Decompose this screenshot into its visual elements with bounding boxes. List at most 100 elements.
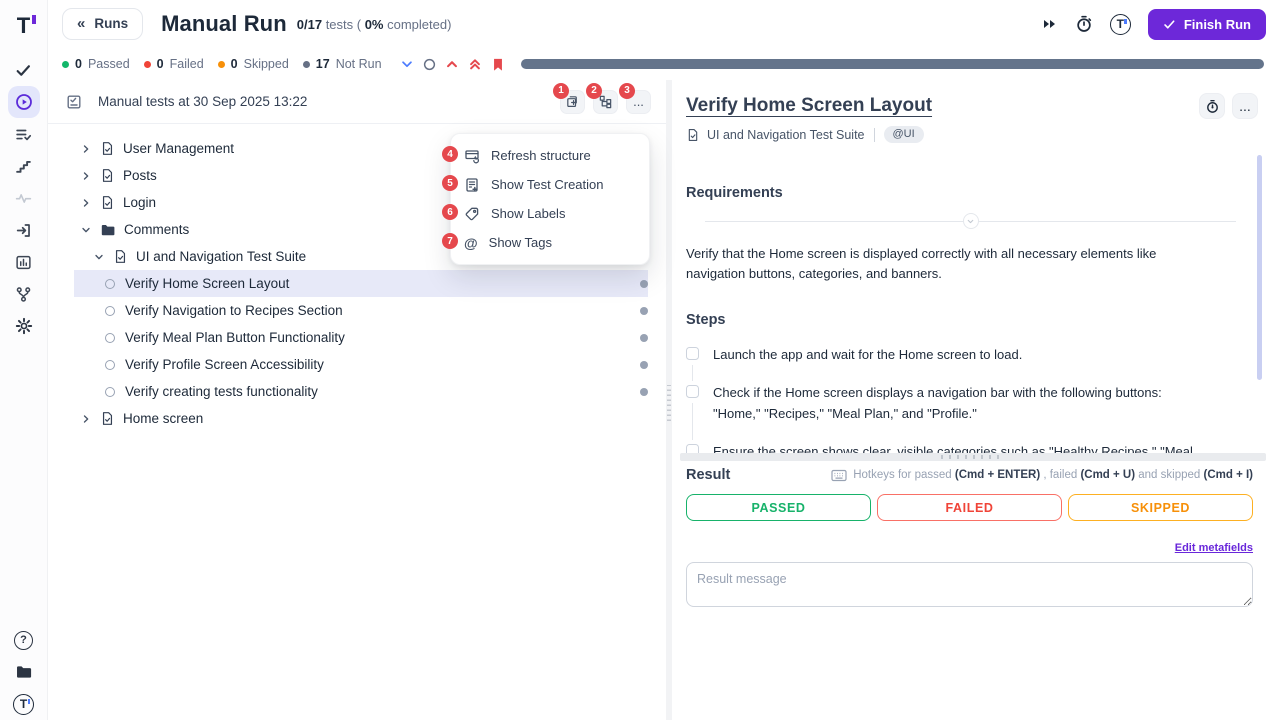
- brand-logo-icon[interactable]: T: [1110, 14, 1131, 35]
- passed-button[interactable]: PASSED: [686, 494, 871, 521]
- menu-item-label: Refresh structure: [491, 148, 591, 163]
- tree-structure-button[interactable]: 2: [593, 90, 618, 114]
- sidebar-item-runs[interactable]: [8, 86, 40, 118]
- back-to-runs-button[interactable]: « Runs: [62, 8, 143, 40]
- back-to-runs-label: Runs: [94, 16, 128, 31]
- finish-run-button[interactable]: Finish Run: [1148, 9, 1266, 40]
- sidebar-item-branches[interactable]: [8, 278, 40, 310]
- menu-item-show-labels[interactable]: 6 Show Labels: [451, 199, 649, 228]
- section-divider: [705, 221, 1236, 222]
- splitter-grip-icon: [667, 385, 671, 421]
- skipped-button[interactable]: SKIPPED: [1068, 494, 1253, 521]
- result-message-input[interactable]: [686, 562, 1253, 607]
- stat-skipped: 0Skipped: [218, 57, 289, 71]
- menu-item-refresh-structure[interactable]: 4 Refresh structure: [451, 141, 649, 170]
- tour-badge-1: 1: [553, 83, 569, 99]
- chevron-right-icon[interactable]: [80, 197, 92, 209]
- step-checkbox[interactable]: [686, 347, 699, 360]
- fast-forward-icon[interactable]: [1041, 16, 1058, 32]
- tree-test-verify-navigation-recipes[interactable]: Verify Navigation to Recipes Section: [74, 297, 648, 324]
- chevron-down-icon[interactable]: [93, 251, 105, 263]
- tag-badge[interactable]: @UI: [884, 126, 924, 143]
- requirements-text: Verify that the Home screen is displayed…: [686, 244, 1201, 284]
- not-run-dot-icon: [303, 61, 310, 68]
- menu-item-show-test-creation[interactable]: 5 Show Test Creation: [451, 170, 649, 199]
- test-status-circle-icon: [105, 306, 115, 316]
- test-result-dot-icon[interactable]: [640, 280, 648, 288]
- bookmark-icon[interactable]: [491, 57, 505, 72]
- tree-more-button[interactable]: 3 ...: [626, 90, 651, 114]
- sidebar-item-help[interactable]: ?: [8, 624, 40, 656]
- step-checkbox[interactable]: [686, 385, 699, 398]
- tree-suite-home-screen[interactable]: Home screen: [74, 405, 648, 432]
- tree-test-verify-profile-accessibility[interactable]: Verify Profile Screen Accessibility: [74, 351, 648, 378]
- sidebar-item-analytics[interactable]: [8, 246, 40, 278]
- divider: [874, 128, 875, 142]
- chevron-right-icon[interactable]: [80, 413, 92, 425]
- test-result-dot-icon[interactable]: [640, 307, 648, 315]
- step-checkbox[interactable]: [686, 444, 699, 453]
- failed-button[interactable]: FAILED: [877, 494, 1062, 521]
- back-chevrons-icon: «: [77, 15, 85, 32]
- run-progress-summary: 0/17 tests ( 0% completed): [297, 17, 452, 32]
- step-connector: [692, 403, 693, 440]
- stat-failed: 0Failed: [144, 57, 204, 71]
- sidebar-item-account[interactable]: T: [8, 688, 40, 720]
- splitter-grip-icon: [941, 455, 1005, 459]
- chevron-right-icon[interactable]: [80, 170, 92, 182]
- step-text: Ensure the screen shows clear, visible c…: [713, 444, 1193, 453]
- timer-button[interactable]: [1199, 93, 1225, 119]
- test-status-circle-icon: [105, 387, 115, 397]
- more-ellipsis-icon: ...: [1239, 98, 1251, 114]
- test-detail-panel: Verify Home Screen Layout ... UI and Nav…: [672, 80, 1280, 720]
- tour-badge-3: 3: [619, 83, 635, 99]
- timer-icon[interactable]: [1075, 15, 1093, 33]
- sidebar-item-test-plans[interactable]: [8, 118, 40, 150]
- run-status-bar: 0Passed 0Failed 0Skipped 17Not Run: [48, 48, 1280, 80]
- sidebar-item-settings[interactable]: [8, 310, 40, 342]
- sidebar-item-steps[interactable]: [8, 150, 40, 182]
- scrollbar-thumb[interactable]: [1257, 155, 1262, 380]
- sidebar-item-checks[interactable]: [8, 54, 40, 86]
- menu-item-label: Show Test Creation: [491, 177, 604, 192]
- tree-test-verify-home-screen-layout[interactable]: Verify Home Screen Layout: [74, 270, 648, 297]
- sidebar-item-pulse[interactable]: [8, 182, 40, 214]
- chevron-down-icon[interactable]: [80, 224, 92, 236]
- chevron-up-icon[interactable]: [445, 57, 459, 71]
- sidebar-item-import[interactable]: [8, 214, 40, 246]
- edit-metafields-link[interactable]: Edit metafields: [1175, 542, 1253, 554]
- menu-item-show-tags[interactable]: 7 @ Show Tags: [451, 228, 649, 257]
- chevron-down-icon[interactable]: [400, 57, 414, 71]
- sidebar-item-projects[interactable]: [8, 656, 40, 688]
- circle-outline-icon[interactable]: [423, 58, 436, 71]
- sidebar: T: [0, 0, 48, 720]
- chevron-right-icon[interactable]: [80, 143, 92, 155]
- test-result-dot-icon[interactable]: [640, 388, 648, 396]
- tree-title: Manual tests at 30 Sep 2025 13:22: [98, 94, 307, 109]
- test-more-button[interactable]: ...: [1232, 93, 1258, 119]
- file-check-icon: [100, 141, 115, 156]
- file-check-icon: [100, 411, 115, 426]
- stat-not-run: 17Not Run: [303, 57, 382, 71]
- tree-item-label: Posts: [123, 168, 157, 183]
- tree-test-verify-creating-tests[interactable]: Verify creating tests functionality: [74, 378, 648, 405]
- duplicate-suite-button[interactable]: 1: [560, 90, 585, 114]
- panel-splitter-horizontal[interactable]: [680, 453, 1266, 461]
- failed-dot-icon: [144, 61, 151, 68]
- chevrons-up-icon[interactable]: [468, 57, 482, 71]
- check-icon: [15, 62, 32, 79]
- tree-header: Manual tests at 30 Sep 2025 13:22 1 2 3 …: [48, 80, 666, 124]
- folder-icon: [15, 663, 33, 681]
- suite-name[interactable]: UI and Navigation Test Suite: [707, 128, 865, 142]
- test-result-dot-icon[interactable]: [640, 361, 648, 369]
- tree-test-verify-meal-plan-button[interactable]: Verify Meal Plan Button Functionality: [74, 324, 648, 351]
- test-title[interactable]: Verify Home Screen Layout: [686, 95, 932, 117]
- collapse-toggle-icon[interactable]: [963, 213, 979, 229]
- tree-options-menu: 4 Refresh structure 5 Show Test Creation…: [450, 133, 650, 265]
- app-logo-icon[interactable]: T: [8, 8, 40, 44]
- steps-list: Launch the app and wait for the Home scr…: [686, 345, 1250, 453]
- test-result-dot-icon[interactable]: [640, 334, 648, 342]
- play-circle-icon: [15, 93, 33, 111]
- step-text: Check if the Home screen displays a navi…: [713, 385, 1162, 421]
- tour-badge-2: 2: [586, 83, 602, 99]
